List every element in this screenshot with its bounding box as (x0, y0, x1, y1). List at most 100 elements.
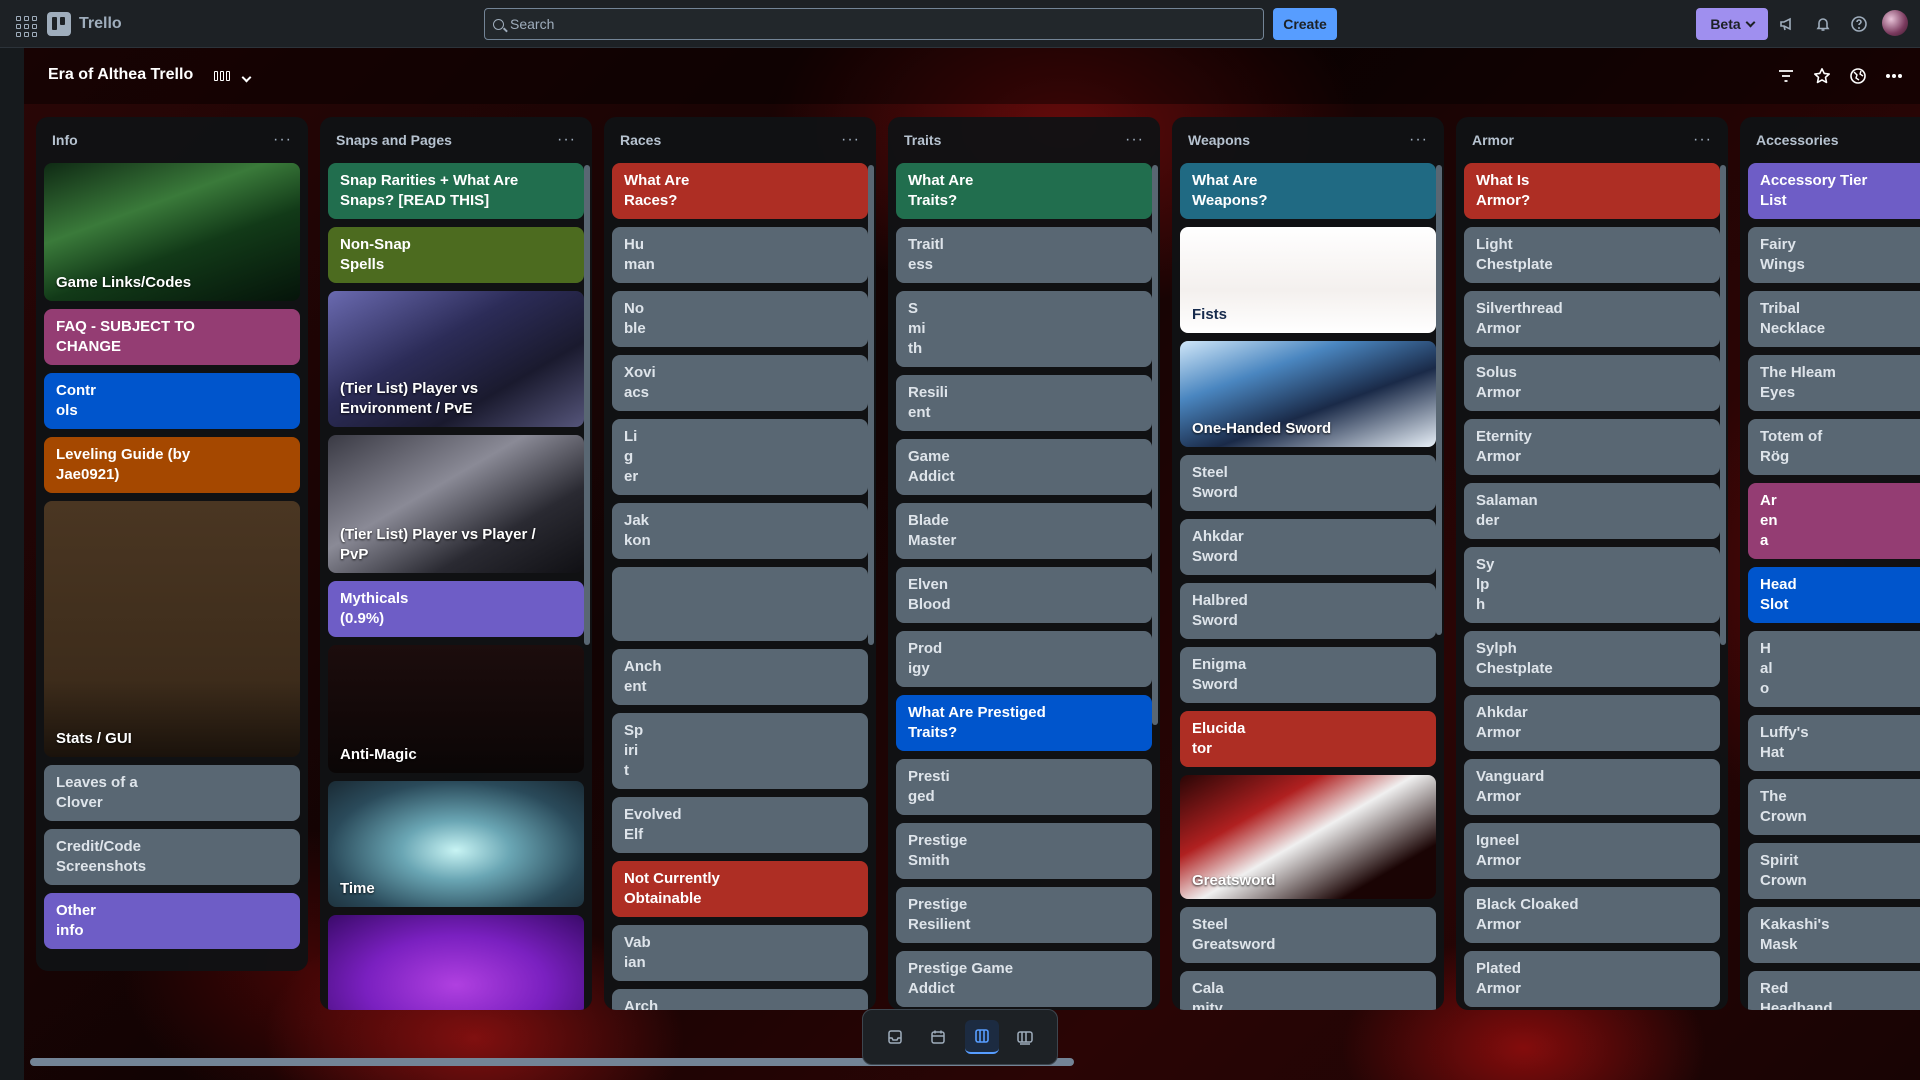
list-scrollbar[interactable] (1720, 165, 1726, 645)
board-view-icon[interactable] (214, 66, 234, 86)
board-title[interactable]: Era of Althea Trello (48, 66, 193, 84)
inbox-icon[interactable] (878, 1020, 912, 1054)
card[interactable]: Presti ged (896, 759, 1152, 815)
card[interactable]: Arch (612, 989, 868, 1010)
list-weapons[interactable]: Weapons ··· What Are Weapons? Fists One-Hand… (1172, 117, 1444, 1010)
card[interactable]: Evolved Elf (612, 797, 868, 853)
card[interactable]: The Crown (1748, 779, 1920, 835)
list-title[interactable]: Traits (904, 132, 941, 148)
card[interactable]: Igneel Armor (1464, 823, 1720, 879)
image-card[interactable]: Fists (1180, 227, 1436, 333)
notifications-bell-icon[interactable] (1811, 12, 1835, 36)
card[interactable]: What Are Prestiged Traits? (896, 695, 1152, 751)
card[interactable]: Xovi acs (612, 355, 868, 411)
card[interactable]: Prestige Smith (896, 823, 1152, 879)
card[interactable]: Vanguard Armor (1464, 759, 1720, 815)
card[interactable]: Contr ols (44, 373, 300, 429)
card[interactable]: Enigma Sword (1180, 647, 1436, 703)
card[interactable]: Resili ent (896, 375, 1152, 431)
card[interactable]: Ar en a (1748, 483, 1920, 559)
list-scrollbar[interactable] (584, 165, 590, 645)
image-card[interactable]: (Tier List) Player vs Player / PvP (328, 435, 584, 573)
list-header[interactable]: Accessories··· (1748, 117, 1920, 163)
switch-boards-icon[interactable] (1008, 1020, 1042, 1054)
card[interactable]: Silverthread Armor (1464, 291, 1720, 347)
list-title[interactable]: Info (52, 132, 78, 148)
list-header[interactable]: Traits ··· (896, 117, 1152, 163)
card[interactable]: Prod igy (896, 631, 1152, 687)
card[interactable]: Hu man (612, 227, 868, 283)
list-title[interactable]: Snaps and Pages (336, 132, 452, 148)
card[interactable]: Vab ian (612, 925, 868, 981)
card[interactable]: Fairy Wings (1748, 227, 1920, 283)
card[interactable]: Steel Sword (1180, 455, 1436, 511)
star-icon[interactable] (1812, 66, 1832, 86)
list-scrollbar[interactable] (1436, 165, 1442, 635)
visibility-globe-icon[interactable] (1848, 66, 1868, 86)
search-input[interactable] (510, 16, 1250, 32)
list-title[interactable]: Armor (1472, 132, 1514, 148)
card[interactable]: Totem of Rög (1748, 419, 1920, 475)
list-title[interactable]: Races (620, 132, 661, 148)
help-icon[interactable] (1847, 12, 1871, 36)
card[interactable]: Traitl ess (896, 227, 1152, 283)
image-card[interactable]: (Tier List) Player vs Environment / PvE (328, 291, 584, 427)
list-races[interactable]: Races ··· What Are Races? Hu man No ble Xovi … (604, 117, 876, 1010)
card[interactable]: Game Addict (896, 439, 1152, 495)
trello-logo[interactable]: Trello (47, 12, 122, 36)
card[interactable]: Elucida tor (1180, 711, 1436, 767)
card[interactable]: FAQ - SUBJECT TO CHANGE (44, 309, 300, 365)
collapsed-sidebar[interactable] (0, 48, 24, 1080)
list-accessories[interactable]: Accessories··· Accessory Tier List Fairy W… (1740, 117, 1920, 1010)
card[interactable]: Halbred Sword (1180, 583, 1436, 639)
list-header[interactable]: Info ··· (44, 117, 300, 163)
card[interactable]: Head Slot (1748, 567, 1920, 623)
card[interactable]: Red Headband (1748, 971, 1920, 1010)
list-header[interactable]: Armor ··· (1464, 117, 1720, 163)
card[interactable]: Kakashi's Mask (1748, 907, 1920, 963)
list-header[interactable]: Snaps and Pages ··· (328, 117, 584, 163)
more-options-icon[interactable] (1884, 66, 1904, 86)
card[interactable]: What Are Traits? (896, 163, 1152, 219)
card[interactable]: Tribal Necklace (1748, 291, 1920, 347)
card[interactable]: Sylph Chestplate (1464, 631, 1720, 687)
card[interactable]: Luffy's Hat (1748, 715, 1920, 771)
list-scrollbar[interactable] (868, 165, 874, 645)
card[interactable]: Black Cloaked Armor (1464, 887, 1720, 943)
card[interactable]: Sy lp h (1464, 547, 1720, 623)
card[interactable] (612, 567, 868, 641)
list-header[interactable]: Races ··· (612, 117, 868, 163)
card[interactable]: Other info (44, 893, 300, 949)
card[interactable]: Prestige Game Addict (896, 951, 1152, 1007)
card[interactable]: Cala mity (1180, 971, 1436, 1010)
image-card[interactable]: Time (328, 781, 584, 907)
chevron-down-icon[interactable] (241, 68, 252, 86)
list-menu-icon[interactable]: ··· (1125, 131, 1144, 149)
list-armor[interactable]: Armor ··· What Is Armor? Light Chestplate Si… (1456, 117, 1728, 1010)
card[interactable]: S mi th (896, 291, 1152, 367)
card[interactable]: Plated Armor (1464, 951, 1720, 1007)
card[interactable]: The Hleam Eyes (1748, 355, 1920, 411)
image-card[interactable]: Stats / GUI (44, 501, 300, 757)
card[interactable]: Jak kon (612, 503, 868, 559)
card[interactable]: Snap Rarities + What Are Snaps? [READ TH… (328, 163, 584, 219)
list-menu-icon[interactable]: ··· (1693, 131, 1712, 149)
card[interactable]: Ahkdar Sword (1180, 519, 1436, 575)
card[interactable]: Steel Greatsword (1180, 907, 1436, 963)
card[interactable]: Leaves of a Clover (44, 765, 300, 821)
card[interactable]: What Are Races? (612, 163, 868, 219)
list-header[interactable]: Weapons ··· (1180, 117, 1436, 163)
card[interactable]: Credit/Code Screenshots (44, 829, 300, 885)
card[interactable]: What Is Armor? (1464, 163, 1720, 219)
image-card[interactable]: One-Handed Sword (1180, 341, 1436, 447)
megaphone-icon[interactable] (1775, 12, 1799, 36)
card[interactable]: Prestige Resilient (896, 887, 1152, 943)
beta-button[interactable]: Beta (1696, 8, 1768, 40)
card[interactable]: Anch ent (612, 649, 868, 705)
list-menu-icon[interactable]: ··· (1409, 131, 1428, 149)
card[interactable]: Eternity Armor (1464, 419, 1720, 475)
image-card[interactable] (328, 915, 584, 1010)
card[interactable]: Sp iri t (612, 713, 868, 789)
list-title[interactable]: Weapons (1188, 132, 1250, 148)
card[interactable]: Li g er (612, 419, 868, 495)
